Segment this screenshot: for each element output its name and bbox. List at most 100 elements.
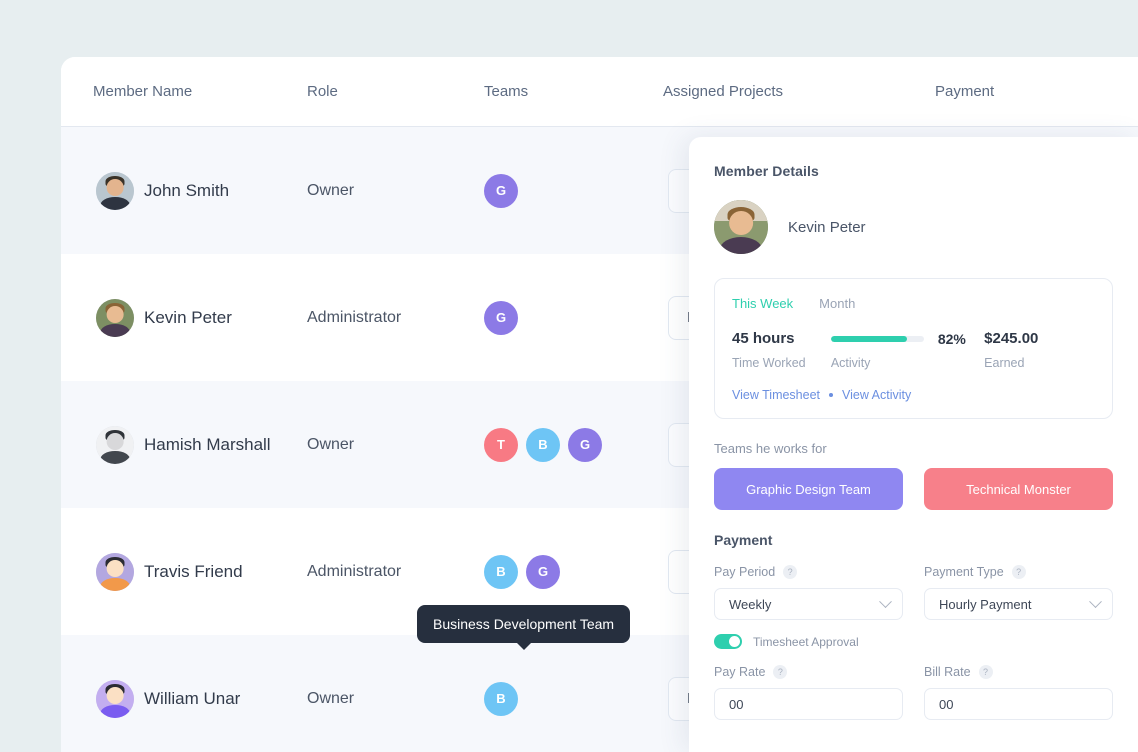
stat-time-worked: 45 hours Time Worked	[732, 330, 831, 370]
team-badge[interactable]: G	[526, 554, 560, 589]
panel-avatar	[714, 200, 768, 254]
member-name: William Unar	[144, 688, 241, 708]
member-name: John Smith	[144, 180, 230, 200]
stat-activity: 82% Activity	[830, 330, 984, 370]
pay-rate-input[interactable]: 00	[714, 688, 903, 720]
bill-rate-field: Bill Rate ? 00	[924, 665, 1113, 720]
team-badges: BG	[484, 554, 560, 589]
payment-type-field: Payment Type ? Hourly Payment	[924, 565, 1113, 620]
view-timesheet-link[interactable]: View Timesheet	[732, 388, 820, 402]
team-chip[interactable]: Technical Monster	[924, 468, 1113, 510]
timesheet-approval-toggle[interactable]	[714, 634, 742, 649]
help-icon[interactable]: ?	[978, 665, 993, 679]
member-role: Owner	[307, 689, 355, 707]
activity-stats-card: This Week Month 45 hours Time Worked 82%…	[714, 278, 1113, 419]
member-role: Administrator	[307, 308, 402, 326]
pay-rate-value: 00	[729, 696, 744, 712]
team-badge[interactable]: B	[526, 427, 560, 462]
column-header-payment: Payment	[935, 83, 995, 100]
activity-percent: 82%	[937, 330, 966, 347]
column-header-teams: Teams	[484, 83, 529, 100]
avatar	[96, 298, 134, 337]
pay-rate-label: Pay Rate	[714, 665, 766, 679]
pay-period-field: Pay Period ? Weekly	[714, 565, 903, 620]
team-badges: G	[484, 173, 518, 208]
member-name: Kevin Peter	[144, 307, 232, 327]
time-worked-value: 45 hours	[732, 330, 795, 347]
toggle-knob	[729, 636, 740, 647]
earned-label: Earned	[984, 356, 1025, 370]
member-details-panel: Member Details Kevin Peter This Week Mon…	[689, 137, 1138, 752]
help-icon[interactable]: ?	[783, 565, 798, 579]
chevron-down-icon	[1089, 594, 1102, 608]
team-badge[interactable]: G	[484, 173, 518, 208]
tab-this-week[interactable]: This Week	[732, 296, 793, 311]
rates-row: Pay Rate ? 00 Bill Rate ? 00	[714, 665, 1113, 720]
team-badges: B	[484, 681, 518, 716]
avatar	[96, 425, 134, 464]
help-icon[interactable]: ?	[773, 665, 788, 679]
member-role: Owner	[307, 435, 355, 453]
team-tooltip-label: Business Development Team	[433, 616, 615, 632]
team-badge[interactable]: B	[484, 681, 518, 716]
chevron-down-icon	[879, 594, 892, 608]
member-name: Travis Friend	[144, 561, 243, 581]
pay-rate-label-row: Pay Rate ?	[714, 665, 903, 679]
team-badges: TBG	[484, 427, 602, 462]
activity-label: Activity	[830, 355, 871, 370]
table-header-row: Member Name Role Teams Assigned Projects…	[61, 57, 1138, 127]
pay-period-select[interactable]: Weekly	[714, 588, 903, 620]
panel-member-name: Kevin Peter	[788, 218, 866, 236]
avatar	[96, 552, 134, 591]
payment-section-title: Payment	[714, 532, 773, 548]
bill-rate-input[interactable]: 00	[924, 688, 1113, 720]
stats-period-tabs: This Week Month	[732, 296, 1095, 311]
team-badge[interactable]: T	[484, 427, 518, 462]
member-name: Hamish Marshall	[144, 434, 271, 454]
payment-type-value: Hourly Payment	[939, 596, 1032, 612]
panel-member-block: Kevin Peter	[714, 200, 1113, 254]
stat-earned: $245.00 Earned	[984, 330, 1095, 370]
link-separator-dot	[829, 393, 834, 397]
team-badges: G	[484, 300, 518, 335]
avatar	[96, 171, 134, 210]
payment-type-select[interactable]: Hourly Payment	[924, 588, 1113, 620]
payment-type-label-row: Payment Type ?	[924, 565, 1113, 579]
pay-period-label-row: Pay Period ?	[714, 565, 903, 579]
pay-period-label: Pay Period	[714, 565, 776, 579]
earned-value: $245.00	[984, 330, 1039, 347]
stats-links: View Timesheet View Activity	[732, 388, 1095, 402]
team-badge[interactable]: G	[568, 427, 602, 462]
member-role: Administrator	[307, 562, 402, 580]
pay-period-value: Weekly	[729, 596, 772, 612]
payment-type-label: Payment Type	[924, 565, 1004, 579]
team-chip[interactable]: Graphic Design Team	[714, 468, 903, 510]
time-worked-label: Time Worked	[732, 356, 806, 370]
team-tooltip: Business Development Team	[417, 605, 631, 643]
bill-rate-label: Bill Rate	[924, 665, 971, 679]
column-header-member-name: Member Name	[93, 83, 193, 100]
view-activity-link[interactable]: View Activity	[842, 388, 911, 402]
teams-section-label: Teams he works for	[714, 441, 827, 456]
member-role: Owner	[307, 181, 355, 199]
panel-title: Member Details	[714, 163, 819, 179]
team-badge[interactable]: B	[484, 554, 518, 589]
activity-progress-fill	[830, 335, 908, 342]
bill-rate-label-row: Bill Rate ?	[924, 665, 1113, 679]
team-badge[interactable]: G	[484, 300, 518, 335]
column-header-assigned-projects: Assigned Projects	[663, 83, 784, 100]
stats-values-row: 45 hours Time Worked 82% Activity $245.0…	[732, 330, 1095, 370]
payment-selects-row: Pay Period ? Weekly Payment Type ? Hourl…	[714, 565, 1113, 620]
column-header-role: Role	[307, 83, 338, 100]
activity-progress-track	[830, 335, 924, 342]
timesheet-approval-label: Timesheet Approval	[753, 634, 859, 649]
avatar	[96, 679, 134, 718]
timesheet-approval-row: Timesheet Approval	[714, 634, 1113, 649]
tab-month[interactable]: Month	[819, 296, 855, 311]
app-root: Member Name Role Teams Assigned Projects…	[0, 0, 1138, 752]
help-icon[interactable]: ?	[1011, 565, 1026, 579]
pay-rate-field: Pay Rate ? 00	[714, 665, 903, 720]
team-chips-list: Graphic Design Team Technical Monster	[714, 468, 1113, 510]
bill-rate-value: 00	[939, 696, 954, 712]
activity-bar-wrap: 82%	[830, 330, 984, 347]
